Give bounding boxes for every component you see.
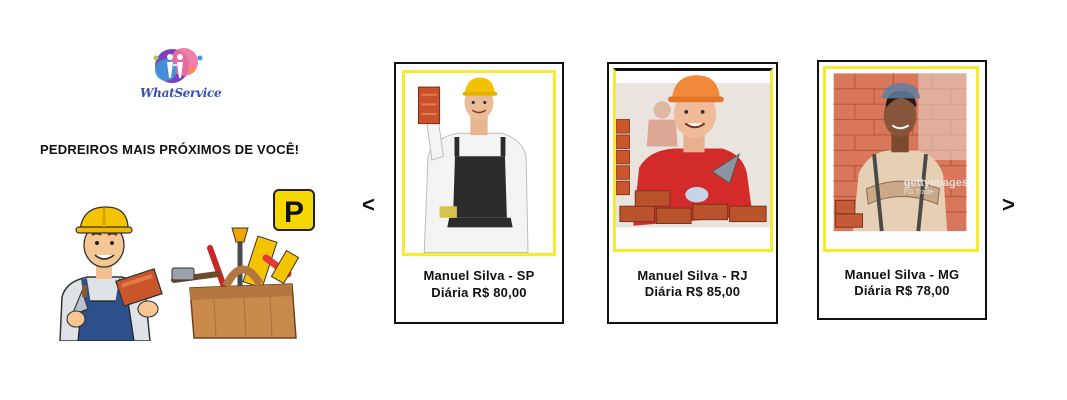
svg-text:P: P bbox=[284, 196, 304, 229]
worker-name: Manuel Silva - SP bbox=[423, 268, 535, 283]
bricklayer-illustration bbox=[52, 205, 170, 342]
page-title: PEDREIROS MAIS PRÓXIMOS DE VOCÊ! bbox=[40, 142, 300, 157]
worker-name: Manuel Silva - MG bbox=[844, 267, 960, 282]
logo-mark-icon bbox=[153, 48, 203, 83]
carousel-next-button[interactable]: > bbox=[1002, 194, 1015, 216]
toolbox-illustration: P bbox=[170, 188, 320, 340]
logo-text: WhatService bbox=[140, 86, 222, 100]
worker-photo bbox=[402, 70, 556, 256]
worker-card-sp[interactable]: Manuel Silva - SP Diária R$ 80,00 bbox=[394, 62, 564, 324]
worker-daily-rate: Diária R$ 85,00 bbox=[644, 284, 741, 299]
worker-photo: gettyimages FG Trade bbox=[823, 66, 979, 252]
carousel-prev-button[interactable]: < bbox=[362, 194, 375, 216]
worker-card-rj[interactable]: Manuel Silva - RJ Diária R$ 85,00 bbox=[607, 62, 778, 324]
worker-name: Manuel Silva - RJ bbox=[637, 268, 748, 283]
worker-daily-rate: Diária R$ 78,00 bbox=[854, 283, 950, 298]
worker-daily-rate: Diária R$ 80,00 bbox=[431, 285, 527, 300]
worker-photo bbox=[613, 68, 773, 252]
worker-card-mg[interactable]: gettyimages FG Trade Manuel Silva - MG D… bbox=[817, 60, 987, 320]
whatservice-logo: WhatService bbox=[140, 40, 222, 104]
photo-watermark: gettyimages FG Trade bbox=[903, 177, 968, 196]
